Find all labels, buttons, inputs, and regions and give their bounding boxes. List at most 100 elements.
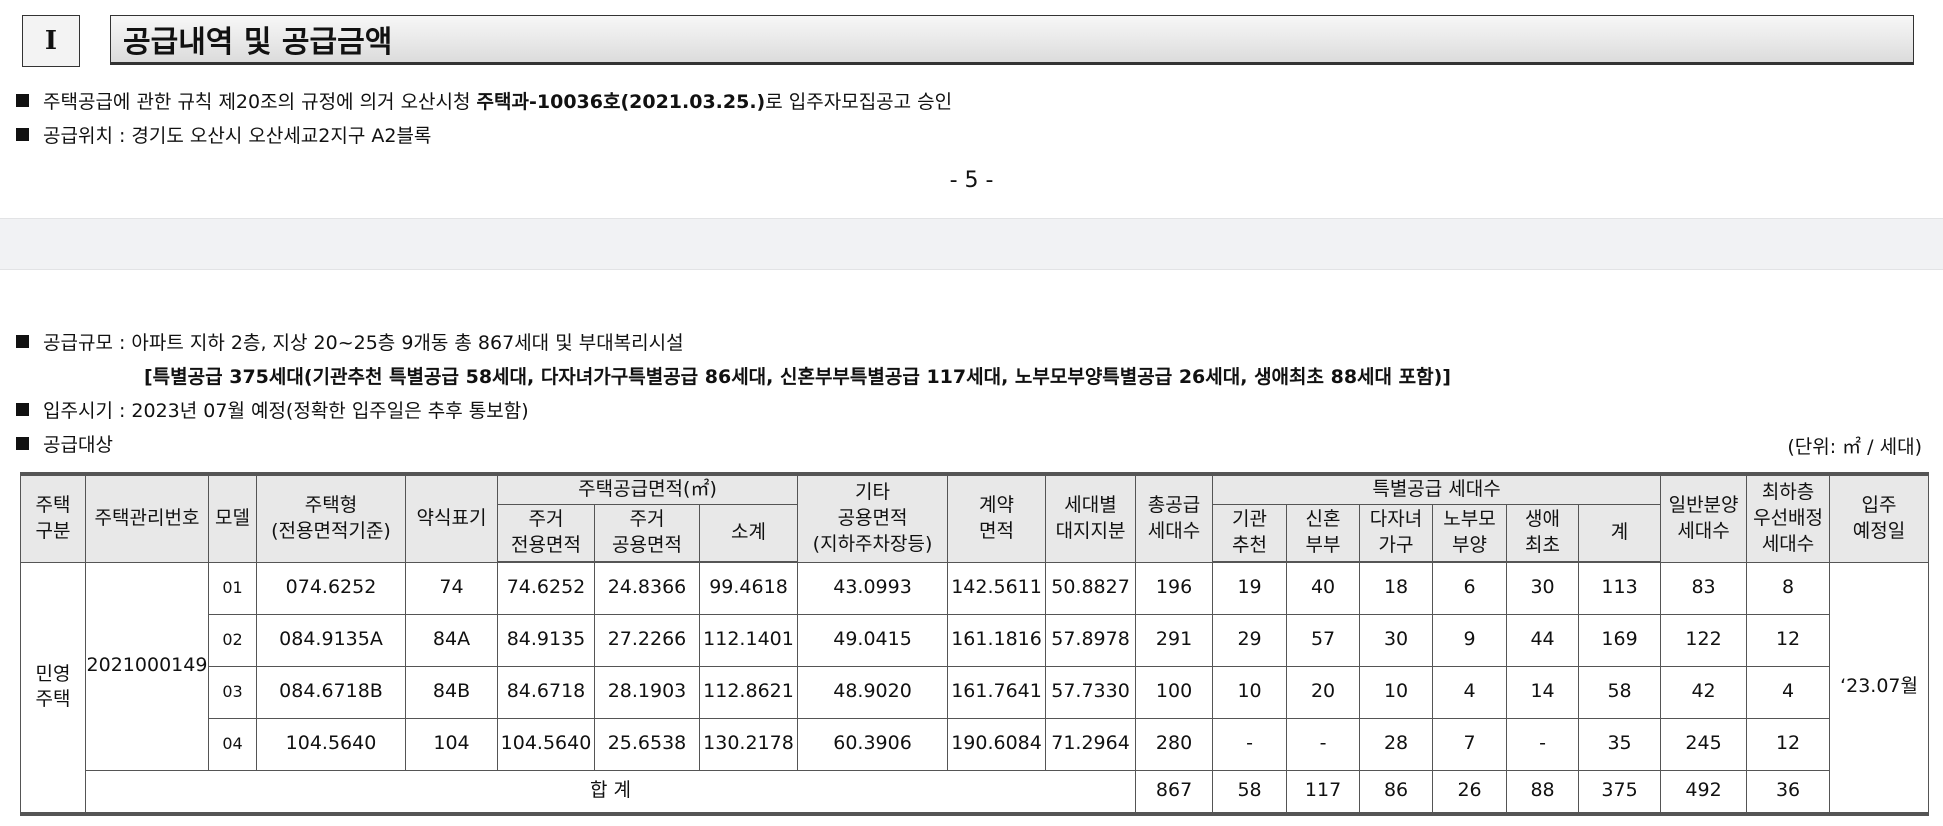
approval-number: 주택과-10036호(2021.03.25.) [476, 91, 766, 113]
table-row: 02 084.9135A 84A 84.9135 27.2266 112.140… [21, 613, 1929, 667]
total-row: 합 계 867 58 117 86 26 88 375 492 36 [21, 769, 1929, 815]
scale-detail: [특별공급 375세대(기관추천 특별공급 58세대, 다자녀가구특별공급 86… [144, 366, 1451, 388]
cell-other: 49.0415 [797, 613, 949, 667]
total-elderly: 26 [1432, 769, 1508, 815]
unit-label: (단위: ㎡ / 세대) [1787, 436, 1922, 458]
header-model: 모델 [208, 473, 257, 563]
bullet-square-icon [16, 335, 29, 348]
cell-lowest: 4 [1746, 665, 1831, 719]
cell-land: 50.8827 [1045, 561, 1137, 615]
header-other-area: 기타 공용면적 (지하주차장등) [797, 473, 949, 563]
approval-text-pre: 주택공급에 관한 규칙 제20조의 규정에 의거 오산시청 [43, 91, 477, 113]
cell-subtotal: 130.2178 [698, 717, 799, 771]
total-label: 합 계 [84, 769, 1137, 815]
supply-table: 주택 구분 주택관리번호 모델 주택형 (전용면적기준) 약식표기 주택공급면적… [20, 472, 1929, 816]
cell-newlywed: 40 [1286, 561, 1361, 615]
header-housing-type: 주택형 (전용면적기준) [256, 473, 406, 563]
cell-newlywed: - [1286, 717, 1361, 771]
cell-housing-type: 084.9135A [256, 613, 406, 667]
cell-total: 280 [1135, 717, 1214, 771]
cell-first-home: 30 [1506, 561, 1580, 615]
total-multichild: 86 [1359, 769, 1434, 815]
cell-land: 57.7330 [1045, 665, 1137, 719]
scale-text: 공급규모 : 아파트 지하 2층, 지상 20~25층 9개동 총 867세대 … [43, 332, 684, 354]
move-in-text: 입주시기 : 2023년 07월 예정(정확한 입주일은 추후 통보함) [43, 400, 529, 422]
page-number: - 5 - [949, 168, 994, 193]
total-general: 492 [1660, 769, 1748, 815]
cell-housing-type: 104.5640 [256, 717, 406, 771]
header-elderly: 노부모 부양 [1432, 503, 1508, 563]
cell-contract: 190.6084 [947, 717, 1047, 771]
cell-abbr: 84B [405, 665, 498, 719]
cell-general: 42 [1660, 665, 1748, 719]
cell-institution: 10 [1212, 665, 1288, 719]
cell-housing-category: 민영 주택 [20, 561, 86, 815]
cell-special-sum: 58 [1578, 665, 1662, 719]
header-special-group: 특별공급 세대수 [1212, 473, 1662, 505]
cell-model: 02 [208, 613, 257, 667]
cell-shared: 28.1903 [594, 665, 700, 719]
header-shared: 주거 공용면적 [594, 503, 700, 563]
cell-shared: 27.2266 [594, 613, 700, 667]
cell-general: 83 [1660, 561, 1748, 615]
section-title: 공급내역 및 공급금액 [110, 15, 1914, 65]
location-bullet: 공급위치 : 경기도 오산시 오산세교2지구 A2블록 [16, 121, 431, 148]
cell-special-sum: 35 [1578, 717, 1662, 771]
header-mgmt-no: 주택관리번호 [85, 473, 209, 563]
cell-model: 01 [208, 561, 257, 615]
cell-abbr: 104 [405, 717, 498, 771]
total-lowest: 36 [1746, 769, 1831, 815]
move-in-bullet: 입주시기 : 2023년 07월 예정(정확한 입주일은 추후 통보함) [16, 396, 529, 423]
cell-model: 04 [208, 717, 257, 771]
cell-special-sum: 169 [1578, 613, 1662, 667]
bullet-square-icon [16, 128, 29, 141]
cell-institution: - [1212, 717, 1288, 771]
approval-bullet: 주택공급에 관한 규칙 제20조의 규정에 의거 오산시청 주택과-10036호… [16, 87, 952, 114]
cell-institution: 19 [1212, 561, 1288, 615]
cell-other: 43.0993 [797, 561, 949, 615]
cell-first-home: - [1506, 717, 1580, 771]
cell-other: 48.9020 [797, 665, 949, 719]
header-special-sum: 계 [1578, 503, 1662, 563]
cell-multichild: 10 [1359, 665, 1434, 719]
cell-subtotal: 112.8621 [698, 665, 799, 719]
bullet-square-icon [16, 94, 29, 107]
table-row: 04 104.5640 104 104.5640 25.6538 130.217… [21, 717, 1929, 771]
cell-shared: 24.8366 [594, 561, 700, 615]
bullet-square-icon [16, 403, 29, 416]
cell-model: 03 [208, 665, 257, 719]
cell-lowest: 8 [1746, 561, 1831, 615]
table-row: 민영 주택 2021000149 01 074.6252 74 74.6252 … [20, 561, 1929, 815]
cell-newlywed: 57 [1286, 613, 1361, 667]
cell-exclusive: 104.5640 [497, 717, 595, 771]
target-text: 공급대상 [43, 434, 113, 456]
header-general: 일반분양 세대수 [1660, 473, 1748, 563]
cell-newlywed: 20 [1286, 665, 1361, 719]
section-number: I [22, 15, 80, 67]
total-newlywed: 117 [1286, 769, 1361, 815]
cell-general: 245 [1660, 717, 1748, 771]
cell-total: 291 [1135, 613, 1214, 667]
cell-abbr: 74 [405, 561, 498, 615]
location-text: 공급위치 : 경기도 오산시 오산세교2지구 A2블록 [43, 125, 432, 147]
header-abbr: 약식표기 [405, 473, 498, 563]
cell-move-in-date: ‘23.07월 [1829, 561, 1929, 815]
total-institution: 58 [1212, 769, 1288, 815]
cell-other: 60.3906 [797, 717, 949, 771]
header-area-group: 주택공급면적(㎡) [496, 473, 799, 505]
table-row: 03 084.6718B 84B 84.6718 28.1903 112.862… [21, 665, 1929, 719]
cell-lowest: 12 [1746, 717, 1831, 771]
cell-institution: 29 [1212, 613, 1288, 667]
cell-housing-type: 084.6718B [256, 665, 406, 719]
header-move-in-date: 입주 예정일 [1829, 473, 1929, 563]
total-supply: 867 [1135, 769, 1214, 815]
cell-housing-type: 074.6252 [256, 561, 406, 615]
cell-elderly: 7 [1432, 717, 1508, 771]
header-exclusive: 주거 전용면적 [497, 503, 595, 563]
header-total-supply: 총공급 세대수 [1135, 473, 1214, 563]
cell-subtotal: 112.1401 [698, 613, 799, 667]
approval-text-post: 로 입주자모집공고 승인 [765, 91, 953, 113]
scale-bullet: 공급규모 : 아파트 지하 2층, 지상 20~25층 9개동 총 867세대 … [16, 328, 684, 355]
cell-total: 196 [1135, 561, 1214, 615]
cell-contract: 161.7641 [947, 665, 1047, 719]
